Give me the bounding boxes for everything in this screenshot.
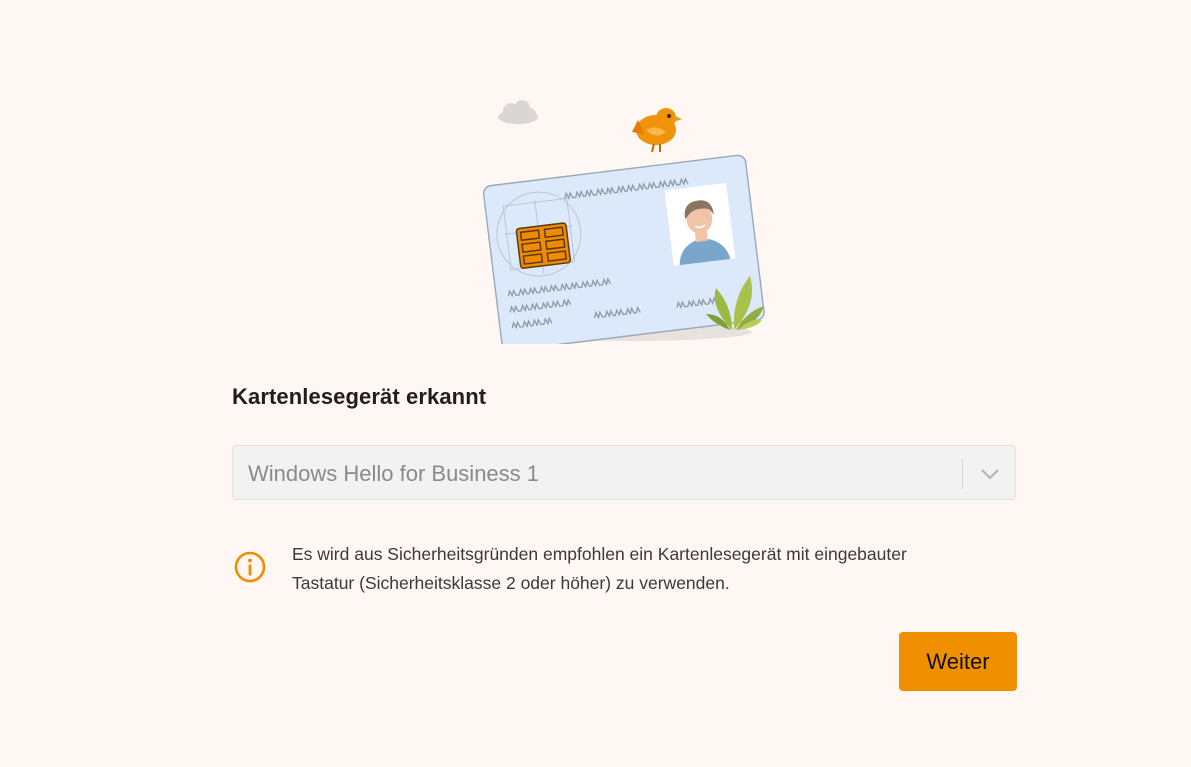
- dropdown-divider: [962, 459, 963, 489]
- cloud-icon: [498, 100, 538, 124]
- bird-icon: [632, 108, 682, 153]
- security-notice-line-2: Tastatur (Sicherheitsklasse 2 oder höher…: [292, 573, 730, 593]
- chip-icon: [515, 222, 572, 269]
- info-circle-icon: [234, 551, 266, 583]
- portrait-photo: [664, 182, 736, 266]
- next-button[interactable]: Weiter: [899, 632, 1017, 691]
- security-notice-line-1: Es wird aus Sicherheitsgründen empfohlen…: [292, 544, 907, 564]
- page-title: Kartenlesegerät erkannt: [232, 384, 487, 409]
- security-notice: Es wird aus Sicherheitsgründen empfohlen…: [232, 540, 1016, 600]
- card-reader-dropdown-value: Windows Hello for Business 1: [248, 461, 540, 486]
- card-reader-dropdown[interactable]: Windows Hello for Business 1: [232, 445, 1016, 500]
- security-notice-text: Es wird aus Sicherheitsgründen empfohlen…: [292, 540, 1012, 598]
- card-reader-detected-page: Kartenlesegerät erkannt Windows Hello fo…: [0, 0, 1191, 767]
- chevron-down-icon[interactable]: [978, 465, 1002, 483]
- id-card-illustration: [482, 100, 765, 344]
